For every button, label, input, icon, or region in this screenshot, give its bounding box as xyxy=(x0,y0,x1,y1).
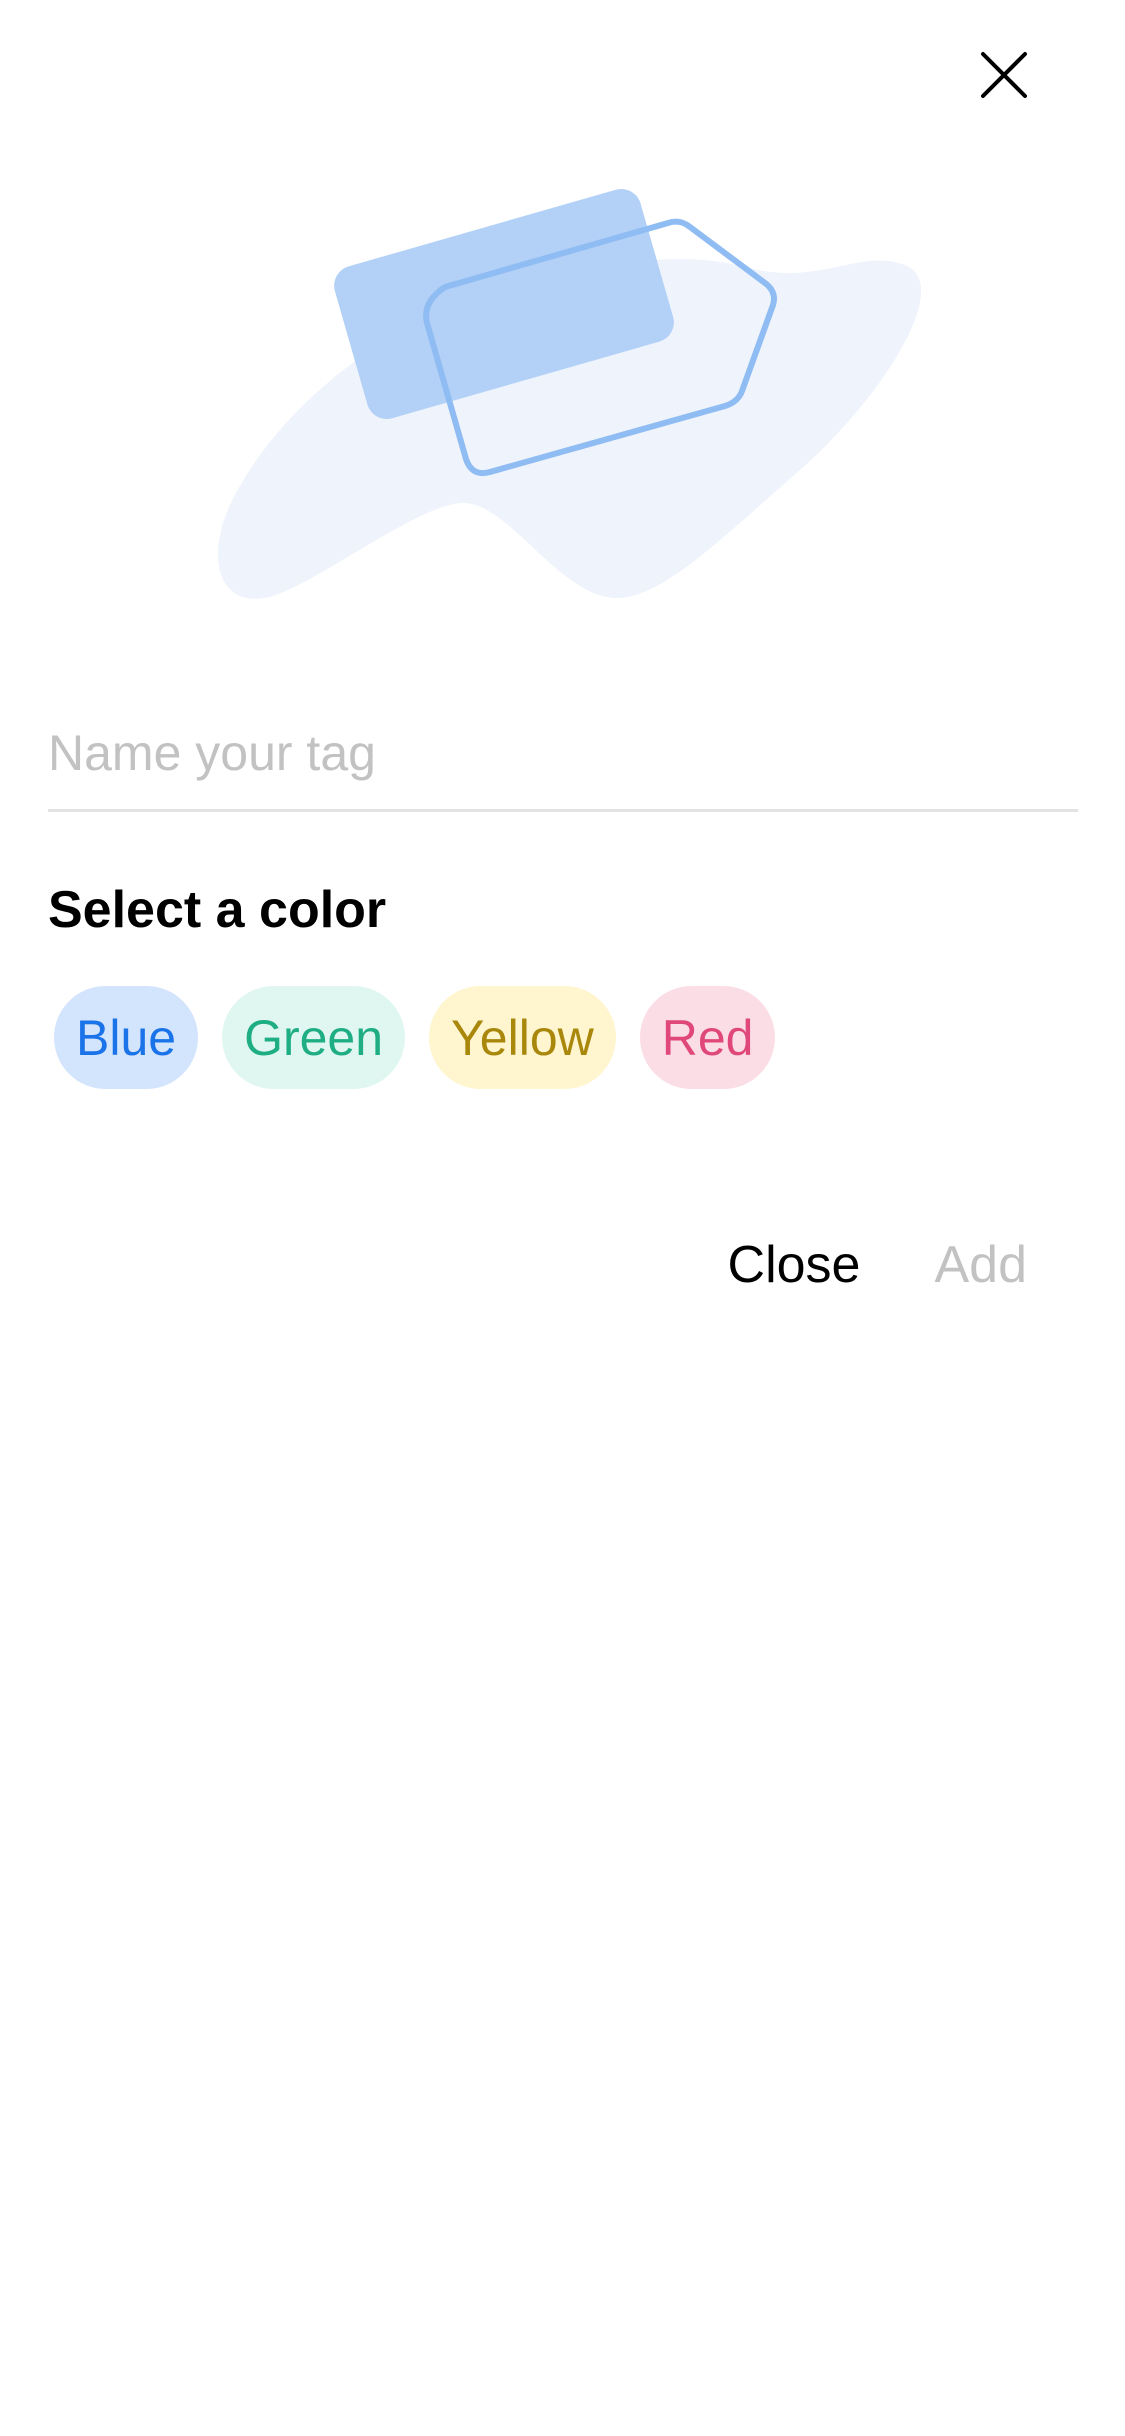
add-tag-dialog: Select a color Blue Green Yellow Red Clo… xyxy=(0,0,1125,2436)
close-button[interactable]: Close xyxy=(728,1235,861,1295)
color-options: Blue Green Yellow Red xyxy=(54,986,776,1089)
add-button[interactable]: Add xyxy=(934,1235,1027,1295)
color-chip-label: Red xyxy=(661,1009,754,1066)
dialog-actions: Close Add xyxy=(728,1235,1027,1295)
color-chip-label: Blue xyxy=(76,1009,177,1066)
color-chip-label: Yellow xyxy=(451,1009,594,1066)
color-chip-label: Green xyxy=(244,1009,384,1066)
color-chip-green[interactable]: Green xyxy=(222,986,406,1089)
tag-illustration xyxy=(0,0,1125,640)
select-color-heading: Select a color xyxy=(48,881,387,939)
color-chip-red[interactable]: Red xyxy=(639,986,776,1089)
color-chip-blue[interactable]: Blue xyxy=(54,986,199,1089)
color-chip-yellow[interactable]: Yellow xyxy=(429,986,616,1089)
tag-name-field xyxy=(48,708,1078,812)
close-icon[interactable] xyxy=(960,38,1044,122)
tag-name-input[interactable] xyxy=(48,708,1078,798)
